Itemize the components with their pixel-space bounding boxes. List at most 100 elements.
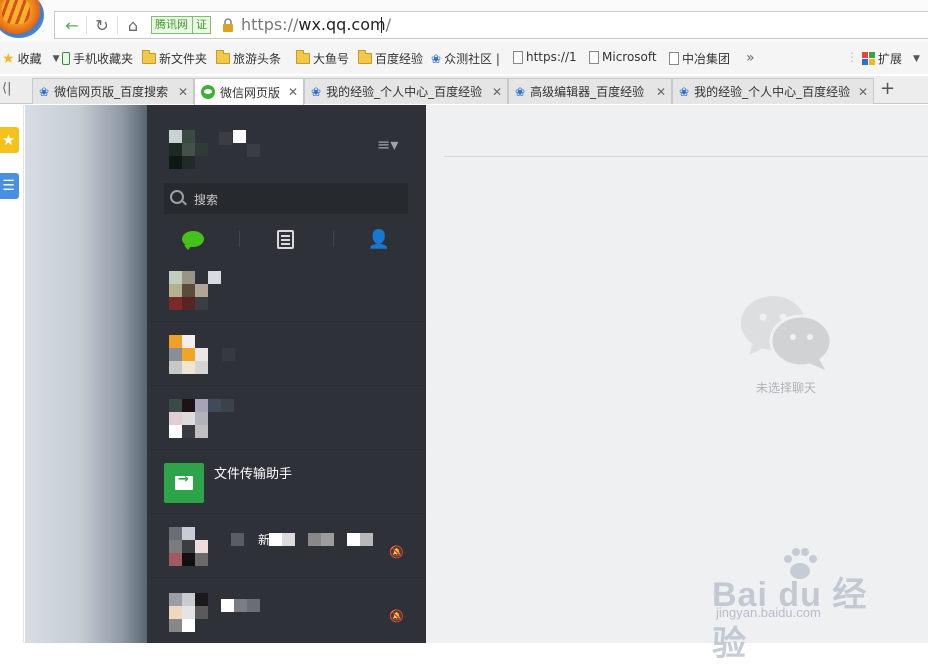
close-icon[interactable]: ✕ bbox=[857, 85, 869, 99]
wechat-logo-icon bbox=[741, 296, 833, 370]
bookmark-travel[interactable]: 旅游头条 bbox=[216, 50, 281, 67]
site-certificate-badge[interactable]: 腾讯网 证 bbox=[151, 16, 211, 34]
chat-name-redacted bbox=[221, 599, 281, 612]
bookmark-favorites[interactable]: ★ 收藏 ▼ bbox=[2, 50, 60, 67]
phone-icon bbox=[62, 52, 70, 65]
folder-icon bbox=[216, 50, 230, 64]
close-icon[interactable]: ✕ bbox=[177, 85, 189, 99]
blurred-background bbox=[25, 105, 147, 643]
browser-logo bbox=[0, 0, 44, 38]
wechat-nav-tabs: 👤 bbox=[147, 223, 426, 255]
mute-bell-icon: 🔕 bbox=[389, 609, 404, 623]
extensions-label: 扩展 bbox=[878, 52, 903, 66]
favorites-star-icon[interactable]: ★ bbox=[0, 127, 19, 153]
list-item[interactable]: 🔕 bbox=[147, 579, 426, 642]
cert-label: 腾讯网 bbox=[155, 18, 188, 31]
home-icon[interactable]: ⌂ bbox=[122, 15, 144, 35]
chat-name: 新 bbox=[258, 533, 271, 547]
watermark-url: jingyan.baidu.com bbox=[716, 605, 821, 620]
chevron-down-icon[interactable]: ▼ bbox=[913, 54, 920, 64]
page-icon bbox=[669, 52, 679, 65]
search-placeholder: 搜索 bbox=[194, 193, 219, 207]
close-icon[interactable]: ✕ bbox=[655, 85, 667, 99]
article-list-icon bbox=[276, 229, 294, 249]
tab-label: 我的经验_个人中心_百度经验 bbox=[694, 85, 851, 99]
tab-chats[interactable] bbox=[180, 227, 206, 251]
browser-sidebar: ★ ☰ bbox=[0, 105, 24, 643]
baidu-paw-icon: ❀ bbox=[311, 84, 322, 99]
url-scheme: https:// bbox=[241, 15, 299, 34]
tab-baidu-search[interactable]: ❀ 微信网页版_百度搜索 ✕ bbox=[32, 78, 194, 104]
tab-scroll-left-icon[interactable]: ⟨| bbox=[2, 81, 11, 96]
tab-contacts[interactable]: 👤 bbox=[366, 227, 392, 251]
baidu-paw-icon: ❀ bbox=[515, 84, 526, 99]
list-item-file-transfer[interactable]: 文件传输助手 bbox=[147, 451, 426, 514]
list-item[interactable] bbox=[147, 323, 426, 386]
baidu-paw-icon: ❀ bbox=[431, 51, 442, 66]
chat-name: 文件传输助手 bbox=[214, 467, 293, 482]
new-tab-plus-icon[interactable]: + bbox=[880, 78, 895, 99]
folder-icon bbox=[358, 50, 372, 64]
file-transfer-icon bbox=[164, 463, 204, 503]
bookmark-label: 中冶集团 bbox=[682, 52, 731, 66]
list-item[interactable]: 新 🔕 bbox=[147, 515, 426, 578]
url-host: wx.qq.com bbox=[298, 15, 386, 34]
tab-label: 微信网页版 bbox=[220, 85, 281, 100]
bookmark-label: 百度经验 bbox=[375, 52, 424, 66]
bookmark-zhongce[interactable]: ❀ 众测社区 | bbox=[431, 50, 500, 67]
search-input[interactable]: 搜索 bbox=[164, 183, 408, 214]
more-bookmarks-chevron-icon[interactable]: » bbox=[746, 50, 755, 66]
avatar bbox=[164, 271, 221, 311]
baidu-jingyan-watermark: Bai du 经验 jingyan.baidu.com bbox=[712, 545, 902, 663]
url-path: / bbox=[385, 15, 391, 34]
mute-bell-icon: 🔕 bbox=[389, 545, 404, 559]
bookmark-label: 大鱼号 bbox=[313, 52, 350, 66]
extension-icon bbox=[862, 52, 875, 65]
refresh-icon[interactable]: ↻ bbox=[91, 15, 113, 35]
chat-name-redacted bbox=[231, 533, 381, 546]
chat-bubble-icon bbox=[182, 231, 204, 250]
close-icon[interactable]: ✕ bbox=[287, 85, 299, 99]
tab-articles[interactable] bbox=[272, 227, 298, 251]
close-icon[interactable]: ✕ bbox=[491, 85, 503, 99]
bookmark-zhongye[interactable]: 中冶集团 bbox=[669, 50, 730, 67]
tab-wechat-web[interactable]: 微信网页版 ✕ bbox=[194, 78, 304, 105]
baidu-paw-icon: ❀ bbox=[679, 84, 690, 99]
notes-list-icon[interactable]: ☰ bbox=[0, 173, 19, 199]
chevron-down-icon[interactable]: ▼ bbox=[53, 54, 60, 64]
wechat-sidebar: ≡▾ 搜索 👤 → 文件传输助手 新 🔕 🔕 bbox=[147, 105, 426, 643]
bookmarks-bar: ★ 收藏 ▼ 手机收藏夹 新文件夹 旅游头条 大鱼号 百度经验 ❀ 众测社区 |… bbox=[0, 42, 928, 74]
list-item[interactable] bbox=[147, 387, 426, 450]
bookmark-label: https://1 bbox=[526, 50, 577, 64]
empty-state-text: 未选择聊天 bbox=[755, 381, 816, 395]
page-icon bbox=[589, 50, 599, 64]
avatar[interactable] bbox=[169, 130, 209, 170]
page-content: ★ ☰ ≡▾ 搜索 👤 → 文件传输助手 新 🔕 🔕 未选择聊天 Bai du … bbox=[0, 105, 928, 663]
wechat-profile-header: ≡▾ 搜索 👤 bbox=[147, 105, 426, 255]
bookmark-https[interactable]: https://1 bbox=[513, 50, 577, 64]
contacts-icon: 👤 bbox=[367, 228, 391, 250]
extensions-button[interactable]: 扩展 ▼ bbox=[862, 50, 920, 67]
back-arrow-icon[interactable]: ← bbox=[61, 15, 83, 35]
cert-verified-mark: 证 bbox=[192, 17, 207, 33]
search-icon bbox=[170, 190, 184, 204]
url-text[interactable]: https://wx.qq.com/ bbox=[241, 15, 391, 35]
avatar bbox=[164, 335, 235, 375]
bookmark-microsoft[interactable]: Microsoft bbox=[589, 50, 657, 64]
tab-my-jingyan-2[interactable]: ❀ 我的经验_个人中心_百度经验 ✕ bbox=[672, 78, 874, 104]
tab-my-jingyan[interactable]: ❀ 我的经验_个人中心_百度经验 ✕ bbox=[304, 78, 508, 104]
menu-dropdown-icon[interactable]: ≡▾ bbox=[377, 135, 398, 154]
address-bar[interactable]: ← ↻ ⌂ 腾讯网 证 https://wx.qq.com/ bbox=[54, 11, 928, 39]
bookmark-dayu[interactable]: 大鱼号 bbox=[296, 50, 349, 67]
bookmark-divider: ⋮ bbox=[846, 50, 858, 64]
folder-icon bbox=[296, 50, 310, 64]
list-item[interactable] bbox=[147, 259, 426, 322]
bookmark-new-folder[interactable]: 新文件夹 bbox=[142, 50, 207, 67]
bookmark-baidu-jingyan[interactable]: 百度经验 bbox=[358, 50, 423, 67]
tab-label: 微信网页版_百度搜索 bbox=[54, 85, 169, 99]
tab-strip: ⟨| ❀ 微信网页版_百度搜索 ✕ 微信网页版 ✕ ❀ 我的经验_个人中心_百度… bbox=[0, 76, 928, 105]
tab-advanced-editor[interactable]: ❀ 高级编辑器_百度经验 ✕ bbox=[508, 78, 672, 104]
star-icon: ★ bbox=[2, 50, 15, 67]
bookmark-label: 新文件夹 bbox=[159, 52, 208, 66]
bookmark-mobile-favorites[interactable]: 手机收藏夹 bbox=[62, 50, 133, 67]
